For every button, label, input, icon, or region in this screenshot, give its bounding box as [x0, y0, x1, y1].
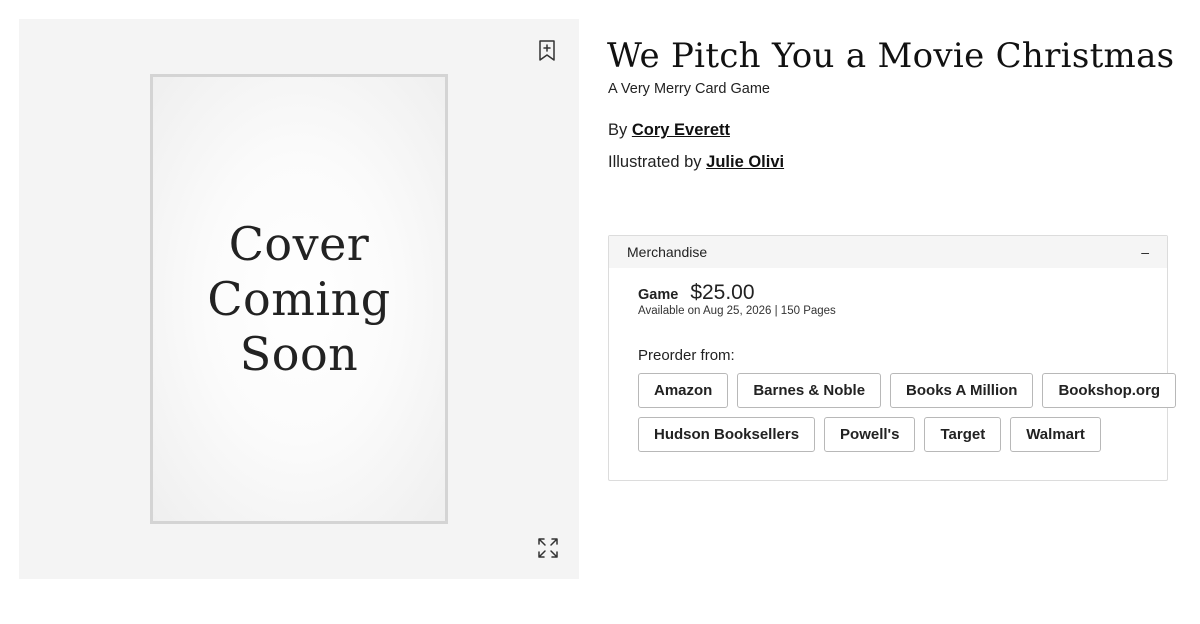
- illustrator-line: Illustrated by Julie Olivi: [608, 153, 784, 172]
- retailer-hudson-button[interactable]: Hudson Booksellers: [638, 417, 816, 452]
- illustrator-prefix: Illustrated by: [608, 153, 702, 171]
- illustrator-link[interactable]: Julie Olivi: [706, 153, 784, 171]
- cover-placeholder-text: Cover Coming Soon: [207, 216, 391, 381]
- retailer-list: Amazon Barnes & Noble Books A Million Bo…: [638, 373, 1177, 461]
- author-prefix: By: [608, 121, 628, 139]
- merchandise-label: Merchandise: [627, 244, 708, 260]
- merchandise-panel: Merchandise – Game $25.00 Available on A…: [608, 235, 1177, 481]
- collapse-icon[interactable]: –: [1141, 244, 1149, 260]
- merchandise-header[interactable]: Merchandise –: [609, 236, 1167, 268]
- retailer-bookshop-button[interactable]: Bookshop.org: [1042, 373, 1177, 408]
- book-cover-image[interactable]: Cover Coming Soon: [150, 74, 448, 524]
- retailer-barnes-noble-button[interactable]: Barnes & Noble: [737, 373, 882, 408]
- retailer-books-a-million-button[interactable]: Books A Million: [890, 373, 1034, 408]
- author-link[interactable]: Cory Everett: [632, 121, 730, 139]
- retailer-row-2: Hudson Booksellers Powell's Target Walma…: [638, 417, 1163, 452]
- retailer-powells-button[interactable]: Powell's: [824, 417, 916, 452]
- format-price-row: Game $25.00: [638, 281, 755, 305]
- product-subtitle: A Very Merry Card Game: [608, 81, 770, 97]
- expand-icon[interactable]: [536, 536, 560, 560]
- availability-info: Available on Aug 25, 2026 | 150 Pages: [638, 305, 836, 317]
- price: $25.00: [690, 281, 755, 304]
- bookmark-add-icon[interactable]: [536, 39, 558, 63]
- retailer-amazon-button[interactable]: Amazon: [638, 373, 729, 408]
- preorder-label: Preorder from:: [638, 347, 735, 364]
- format-name: Game: [638, 287, 679, 303]
- author-line: By Cory Everett: [608, 121, 730, 140]
- product-title: We Pitch You a Movie Christmas: [607, 36, 1175, 76]
- retailer-row-1: Amazon Barnes & Noble Books A Million Bo…: [638, 373, 1177, 408]
- retailer-walmart-button[interactable]: Walmart: [1010, 417, 1101, 452]
- retailer-target-button[interactable]: Target: [924, 417, 1002, 452]
